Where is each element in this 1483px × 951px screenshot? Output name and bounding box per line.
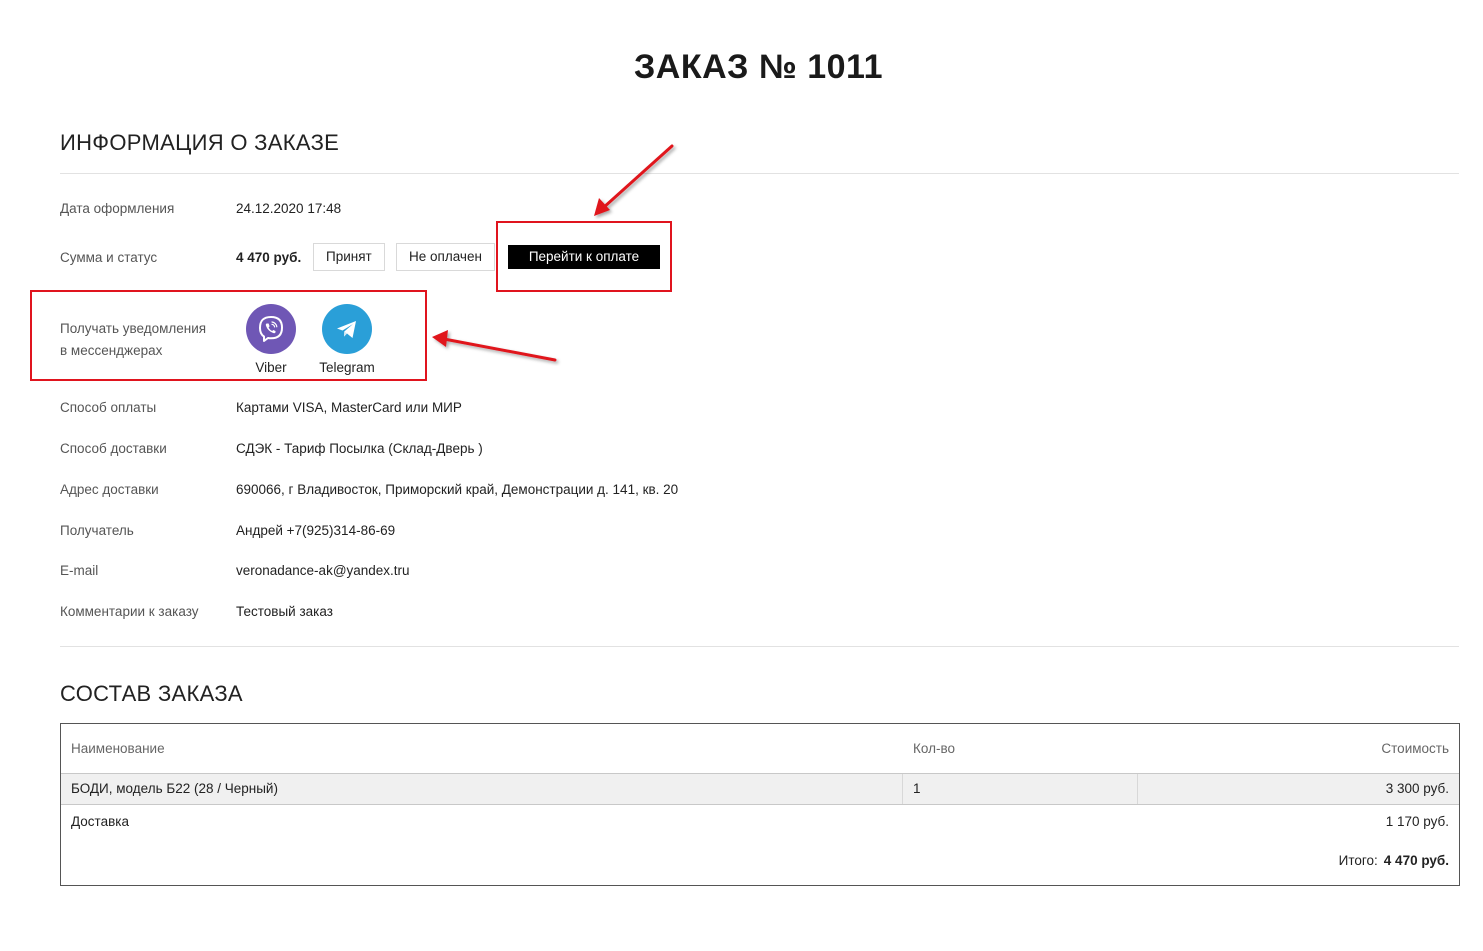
recipient-value: Андрей +7(925)314-86-69 bbox=[236, 523, 396, 538]
table-row: БОДИ, модель Б22 (28 / Черный) 1 3 300 р… bbox=[61, 773, 1459, 805]
order-amount: 4 470 руб. bbox=[236, 250, 302, 265]
item-qty: 1 bbox=[913, 781, 921, 796]
delivery-address-value: 690066, г Владивосток, Приморский край, … bbox=[236, 482, 679, 497]
item-price: 3 300 руб. bbox=[1385, 781, 1449, 796]
email-label: E-mail bbox=[60, 563, 99, 578]
delivery-method-label: Способ доставки bbox=[60, 441, 167, 456]
column-header-qty: Кол-во bbox=[913, 741, 955, 756]
col-separator bbox=[902, 774, 903, 804]
arrow-to-payment bbox=[594, 144, 674, 216]
recipient-label: Получатель bbox=[60, 523, 134, 538]
total-value: 4 470 руб. bbox=[1383, 853, 1449, 868]
date-label: Дата оформления bbox=[60, 201, 175, 216]
table-header-row: Наименование Кол-во Стоимость bbox=[61, 724, 1459, 773]
status-unpaid-badge: Не оплачен bbox=[396, 243, 495, 271]
email-value: veronadance-ak@yandex.tru bbox=[236, 563, 410, 578]
payment-method-label: Способ оплаты bbox=[60, 400, 157, 415]
payment-method-value: Картами VISA, MasterCard или МИР bbox=[236, 400, 462, 415]
delivery-row-name: Доставка bbox=[71, 814, 129, 829]
total-label: Итого: bbox=[1338, 853, 1378, 868]
comment-label: Комментарии к заказу bbox=[60, 604, 199, 619]
column-header-price: Стоимость bbox=[1381, 741, 1449, 756]
col-separator bbox=[1137, 774, 1138, 804]
delivery-row-price: 1 170 руб. bbox=[1385, 814, 1449, 829]
sum-status-label: Сумма и статус bbox=[60, 250, 158, 265]
status-accepted-badge: Принят bbox=[313, 243, 385, 271]
delivery-address-label: Адрес доставки bbox=[60, 482, 159, 497]
item-name: БОДИ, модель Б22 (28 / Черный) bbox=[71, 781, 278, 796]
date-value: 24.12.2020 17:48 bbox=[236, 201, 342, 216]
arrow-to-messengers bbox=[432, 330, 557, 362]
comment-value: Тестовый заказ bbox=[236, 604, 333, 619]
annotation-box-messengers bbox=[30, 290, 427, 381]
page-title: ЗАКАЗ № 1011 bbox=[633, 48, 883, 86]
order-section-title: СОСТАВ ЗАКАЗА bbox=[60, 681, 243, 706]
info-section-title: ИНФОРМАЦИЯ О ЗАКАЗЕ bbox=[60, 130, 340, 155]
order-total: Итого: 4 470 руб. bbox=[1339, 853, 1449, 868]
column-header-name: Наименование bbox=[71, 741, 165, 756]
info-divider-bottom bbox=[60, 646, 1459, 647]
delivery-method-value: СДЭК - Тариф Посылка (Склад-Дверь ) bbox=[236, 441, 483, 456]
annotation-box-payment bbox=[496, 221, 672, 292]
info-divider-top bbox=[60, 173, 1459, 174]
order-table: Наименование Кол-во Стоимость БОДИ, моде… bbox=[60, 723, 1460, 886]
